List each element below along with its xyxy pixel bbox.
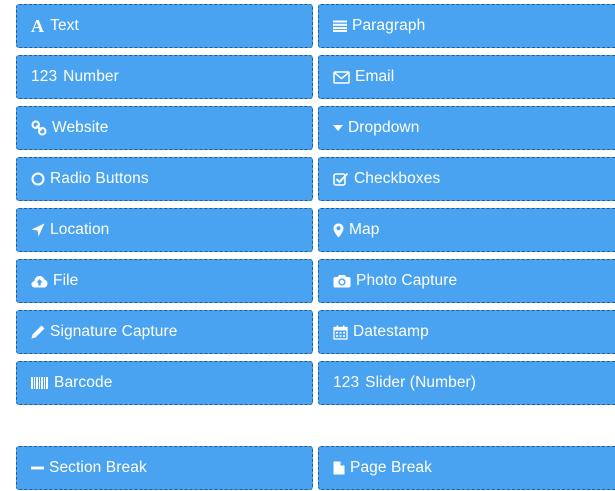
field-type-photo-capture[interactable]: Photo Capture	[318, 259, 615, 303]
field-type-website[interactable]: Website	[16, 106, 313, 150]
cloud-upload-icon	[31, 275, 48, 288]
field-type-file[interactable]: File	[16, 259, 313, 303]
camera-icon	[333, 274, 351, 288]
field-type-label: Page Break	[350, 459, 432, 477]
minus-icon	[31, 462, 44, 474]
field-type-location[interactable]: Location	[16, 208, 313, 252]
field-palette: A Text Paragraph 123 Number Email Websit…	[0, 0, 615, 491]
field-type-paragraph[interactable]: Paragraph	[318, 4, 615, 48]
field-type-label: Location	[50, 221, 110, 239]
field-type-label: Text	[50, 17, 79, 35]
field-type-text[interactable]: A Text	[16, 4, 313, 48]
envelope-icon	[333, 70, 350, 84]
field-type-label: File	[53, 272, 79, 290]
field-type-radio-buttons[interactable]: Radio Buttons	[16, 157, 313, 201]
text-icon: A	[31, 16, 45, 36]
map-marker-icon	[333, 223, 344, 238]
field-type-label: Checkboxes	[354, 170, 441, 188]
field-type-signature-capture[interactable]: Signature Capture	[16, 310, 313, 354]
field-type-label: Radio Buttons	[50, 170, 149, 188]
pencil-icon	[31, 325, 45, 339]
radio-circle-icon	[31, 172, 45, 186]
field-type-label: Signature Capture	[50, 323, 178, 341]
field-type-label: Website	[52, 119, 109, 137]
field-type-email[interactable]: Email	[318, 55, 615, 99]
slider-number-icon: 123	[333, 374, 360, 391]
field-type-label: Barcode	[54, 374, 113, 392]
field-type-label: Dropdown	[348, 119, 420, 137]
field-type-datestamp[interactable]: Datestamp	[318, 310, 615, 354]
field-type-label: Photo Capture	[356, 272, 458, 290]
field-type-barcode[interactable]: Barcode	[16, 361, 313, 405]
field-type-page-break[interactable]: Page Break	[318, 446, 615, 490]
field-type-label: Number	[63, 68, 119, 86]
field-type-section-break[interactable]: Section Break	[16, 446, 313, 490]
field-type-label: Map	[349, 221, 380, 239]
field-type-label: Slider (Number)	[365, 374, 477, 392]
page-icon	[333, 461, 345, 475]
field-type-label: Datestamp	[353, 323, 429, 341]
field-type-map[interactable]: Map	[318, 208, 615, 252]
caret-down-icon	[333, 124, 343, 132]
field-type-label: Section Break	[49, 459, 147, 477]
barcode-icon	[31, 377, 49, 389]
link-icon	[31, 120, 47, 136]
field-type-dropdown[interactable]: Dropdown	[318, 106, 615, 150]
field-type-number[interactable]: 123 Number	[16, 55, 313, 99]
paragraph-icon	[333, 20, 347, 32]
field-type-label: Email	[355, 68, 395, 86]
calendar-icon	[333, 325, 348, 340]
location-arrow-icon	[31, 223, 45, 237]
field-type-slider-number[interactable]: 123 Slider (Number)	[318, 361, 615, 405]
field-type-label: Paragraph	[352, 17, 426, 35]
checkbox-icon	[333, 172, 349, 186]
field-type-checkboxes[interactable]: Checkboxes	[318, 157, 615, 201]
number-icon: 123	[31, 68, 58, 85]
